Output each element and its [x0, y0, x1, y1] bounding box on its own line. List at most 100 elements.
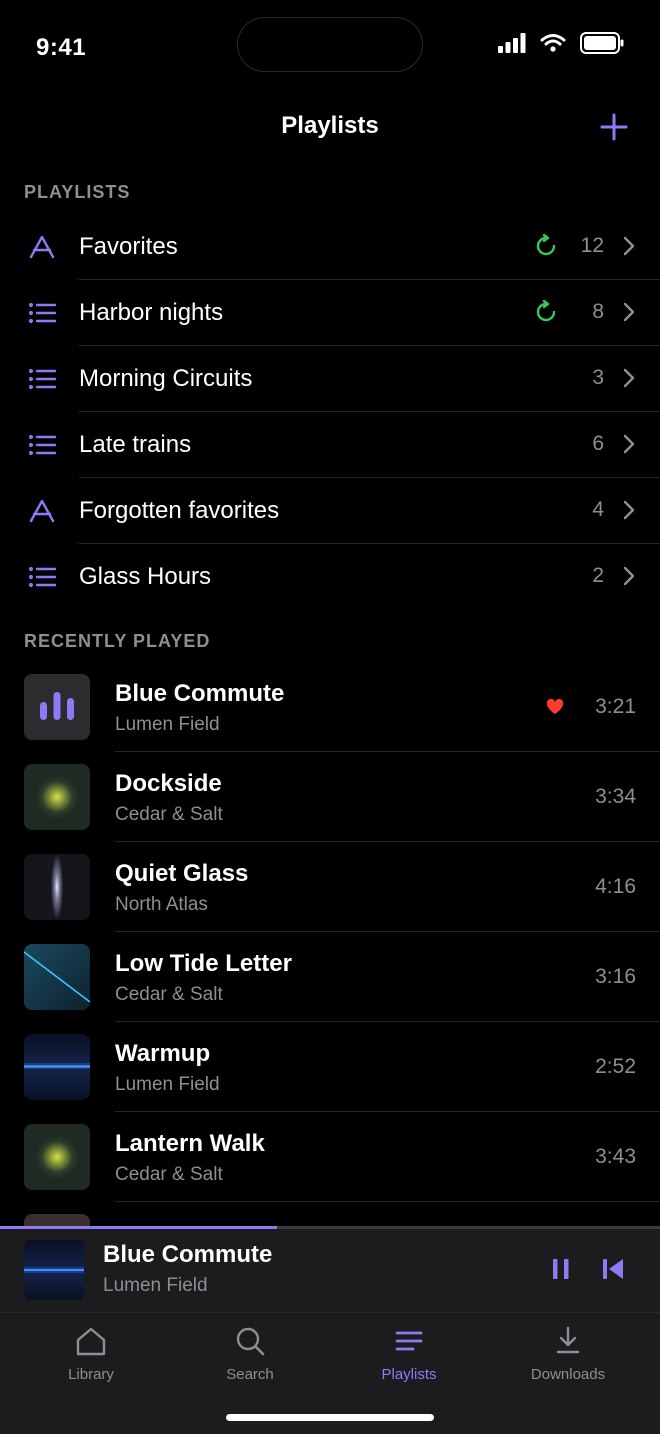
- track-row[interactable]: Lantern Walk Cedar & Salt 3:43: [0, 1112, 660, 1202]
- smart-playlist-icon: [29, 235, 55, 259]
- chevron-right-icon: [623, 302, 635, 322]
- playlist-track-count: 3: [592, 366, 604, 389]
- plus-icon: [600, 113, 628, 141]
- track-artist: Lumen Field: [115, 714, 220, 735]
- tab-downloads[interactable]: Downloads: [488, 1313, 648, 1403]
- track-row[interactable]: Blue Commute Lumen Field 3:21: [0, 662, 660, 752]
- playlist-name: Glass Hours: [79, 563, 212, 590]
- track-artist: Cedar & Salt: [115, 984, 223, 1005]
- status-time: 9:41: [36, 34, 87, 61]
- playlist-meta: 4: [578, 498, 636, 522]
- playlist-track-count: 12: [580, 234, 604, 257]
- chevron-right-icon: [623, 566, 635, 586]
- page-title: Playlists: [281, 112, 379, 139]
- mini-player[interactable]: Blue Commute Lumen Field: [0, 1226, 660, 1312]
- pause-button[interactable]: [549, 1256, 573, 1282]
- track-row[interactable]: [0, 1202, 660, 1226]
- playback-progress-bar[interactable]: [0, 1226, 660, 1229]
- track-artwork: [24, 854, 90, 920]
- track-artwork: [24, 1124, 90, 1190]
- track-row[interactable]: Warmup Lumen Field 2:52: [0, 1022, 660, 1112]
- track-duration: 3:21: [595, 695, 636, 718]
- status-icons: [498, 32, 624, 54]
- playlist-meta: 2: [578, 564, 636, 588]
- track-title: Lantern Walk: [115, 1130, 265, 1157]
- downloads-icon: [556, 1326, 580, 1354]
- playlist-row[interactable]: Harbor nights 8: [0, 280, 660, 346]
- cellular-signal-icon: [498, 33, 526, 53]
- track-duration: 3:43: [595, 1145, 636, 1168]
- track-artist: Cedar & Salt: [115, 1164, 223, 1185]
- playlist-track-count: 2: [592, 564, 604, 587]
- tab-library[interactable]: Library: [11, 1313, 171, 1403]
- track-row[interactable]: Dockside Cedar & Salt 3:34: [0, 752, 660, 842]
- mini-player-title: Blue Commute: [103, 1241, 273, 1268]
- playlists-icon: [395, 1331, 423, 1351]
- track-artwork: [24, 764, 90, 830]
- mini-player-artist: Lumen Field: [103, 1275, 208, 1296]
- track-title: Warmup: [115, 1040, 211, 1067]
- section-header-playlists: PLAYLISTS: [24, 182, 131, 202]
- battery-icon: [580, 32, 624, 54]
- list-icon: [29, 369, 56, 389]
- track-duration: 2:52: [595, 1055, 636, 1078]
- track-artist: Cedar & Salt: [115, 804, 223, 825]
- playlist-name: Favorites: [79, 233, 178, 260]
- dynamic-island: [237, 17, 423, 72]
- playlist-meta: 8: [534, 300, 636, 324]
- tab-playlists[interactable]: Playlists: [329, 1313, 489, 1403]
- playback-progress-fill: [0, 1226, 278, 1229]
- track-artist: North Atlas: [115, 894, 208, 915]
- track-artwork: [24, 1034, 90, 1100]
- skip-back-icon: [603, 1259, 623, 1279]
- wifi-icon: [540, 34, 566, 52]
- track-artwork: [24, 944, 90, 1010]
- playlist-track-count: 6: [592, 432, 604, 455]
- playlist-row[interactable]: Favorites 12: [0, 214, 660, 280]
- tab-search[interactable]: Search: [170, 1313, 330, 1403]
- tab-label: Library: [68, 1366, 114, 1383]
- track-row[interactable]: Quiet Glass North Atlas 4:16: [0, 842, 660, 932]
- add-playlist-button[interactable]: [598, 111, 630, 143]
- recently-played-list: Blue Commute Lumen Field 3:21 Dockside Cedar…: [0, 662, 660, 1226]
- playlist-row[interactable]: Morning Circuits 3: [0, 346, 660, 412]
- track-duration: 4:16: [595, 875, 636, 898]
- playlist-track-count: 4: [592, 498, 604, 521]
- playlist-name: Forgotten favorites: [79, 497, 280, 524]
- track-title: Blue Commute: [115, 680, 285, 707]
- heart-icon[interactable]: [546, 699, 564, 715]
- search-icon: [236, 1327, 265, 1356]
- home-indicator: [226, 1414, 434, 1421]
- smart-playlist-icon: [29, 499, 55, 523]
- playlist-row[interactable]: Forgotten favorites 4: [0, 478, 660, 544]
- previous-track-button[interactable]: [601, 1256, 625, 1282]
- playlist-list: Favorites 12 Harbor nights 8 Morning Circuit…: [0, 214, 660, 610]
- sync-icon: [536, 234, 556, 256]
- playlist-row[interactable]: Glass Hours 2: [0, 544, 660, 610]
- tab-label: Playlists: [381, 1366, 437, 1383]
- playlist-name: Morning Circuits: [79, 365, 253, 392]
- list-icon: [29, 567, 56, 587]
- playlist-row[interactable]: Late trains 6: [0, 412, 660, 478]
- pause-icon: [553, 1259, 569, 1279]
- track-title: Low Tide Letter: [115, 950, 292, 977]
- playlist-meta: 3: [578, 366, 636, 390]
- playlist-name: Late trains: [79, 431, 192, 458]
- chevron-right-icon: [623, 368, 635, 388]
- track-title: Dockside: [115, 770, 222, 797]
- chevron-right-icon: [623, 434, 635, 454]
- library-icon: [76, 1327, 106, 1356]
- playlist-track-count: 8: [592, 300, 604, 323]
- sync-icon: [536, 300, 556, 322]
- track-duration: 3:34: [595, 785, 636, 808]
- chevron-right-icon: [623, 236, 635, 256]
- track-artwork: [24, 674, 90, 740]
- track-row[interactable]: Low Tide Letter Cedar & Salt 3:16: [0, 932, 660, 1022]
- tab-label: Search: [226, 1366, 274, 1383]
- status-bar: 9:41: [0, 0, 660, 96]
- list-icon: [29, 303, 56, 323]
- mini-player-artwork: [24, 1240, 84, 1300]
- playlist-name: Harbor nights: [79, 299, 224, 326]
- track-title: Quiet Glass: [115, 860, 249, 887]
- track-artwork: [24, 1214, 90, 1226]
